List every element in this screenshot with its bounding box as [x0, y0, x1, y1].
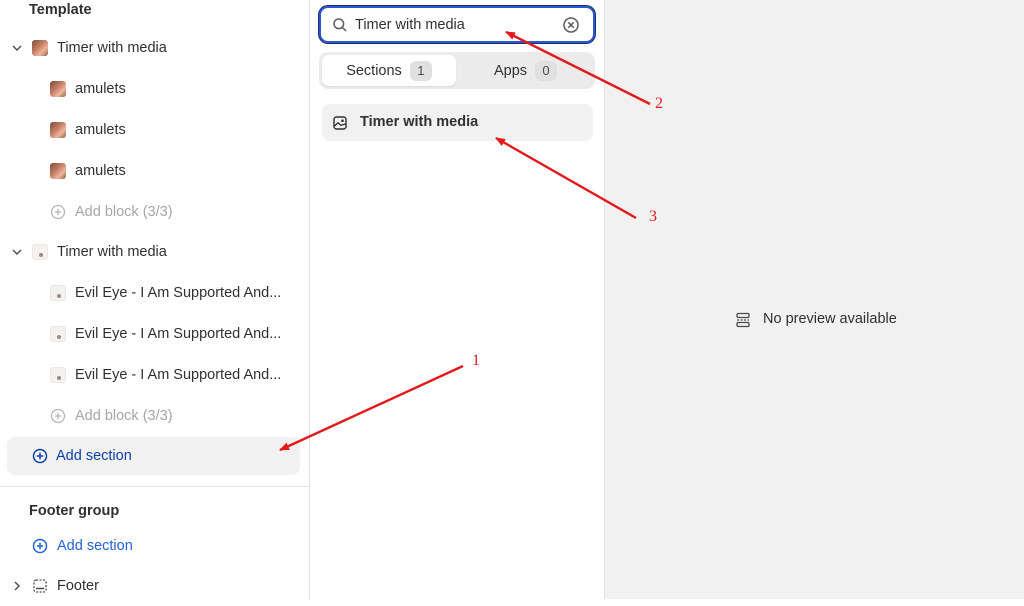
annotation-arrow-2	[505, 30, 651, 106]
annotation-number: 1	[472, 352, 480, 369]
annotation-arrow-1	[279, 364, 464, 452]
annotation-number: 2	[655, 95, 663, 112]
annotation-overlay	[279, 30, 651, 452]
annotation-number: 3	[649, 208, 657, 225]
annotation-arrow-3	[495, 136, 637, 220]
